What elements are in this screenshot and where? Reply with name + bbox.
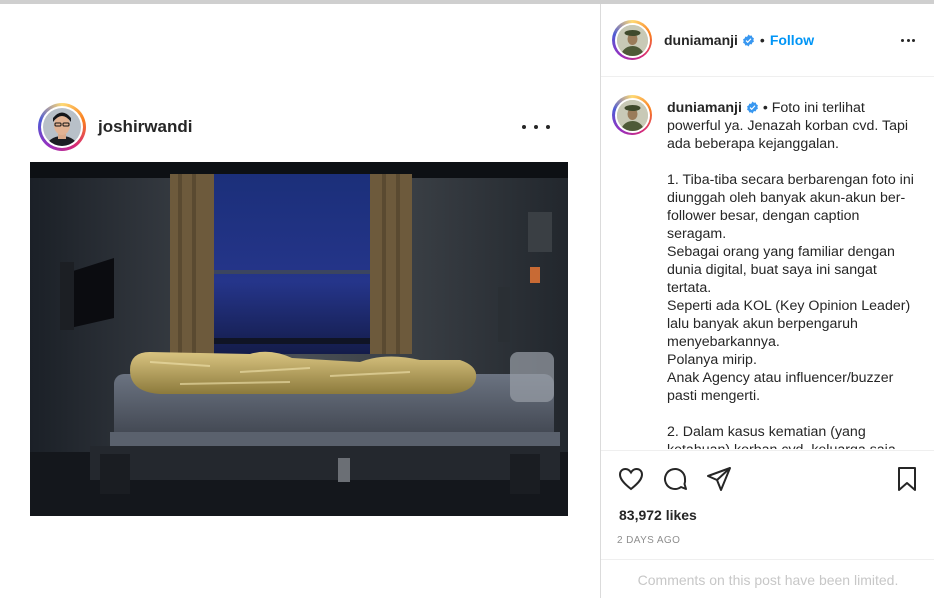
more-options-icon[interactable] xyxy=(522,120,550,134)
embedded-post-area: joshirwandi xyxy=(0,4,600,598)
heart-icon[interactable] xyxy=(617,465,645,493)
caption-text: duniamanji • Foto ini terlihat powerful … xyxy=(667,99,917,449)
separator-dot: • xyxy=(759,32,765,48)
soldier-avatar-image xyxy=(616,24,648,56)
caption-avatar[interactable] xyxy=(612,95,652,135)
likes-count[interactable]: 83,972 likes xyxy=(619,507,697,523)
post-sidebar: duniamanji • Follow duniamanji • Foto in… xyxy=(600,4,934,598)
embedded-post-header: joshirwandi xyxy=(38,100,568,154)
avatar[interactable] xyxy=(38,103,86,151)
caption-area: duniamanji • Foto ini terlihat powerful … xyxy=(601,77,934,449)
verified-badge-icon xyxy=(742,34,754,46)
post-photo xyxy=(30,162,568,516)
post-timestamp[interactable]: 2 DAYS AGO xyxy=(617,535,680,546)
comment-icon[interactable] xyxy=(661,465,689,493)
soldier-avatar-image xyxy=(616,99,648,131)
share-icon[interactable] xyxy=(705,465,733,493)
verified-badge-icon xyxy=(746,101,758,114)
author-username[interactable]: duniamanji xyxy=(664,32,738,48)
post-header: duniamanji • Follow xyxy=(601,4,934,77)
post-options-icon[interactable] xyxy=(901,33,915,47)
caption-author[interactable]: duniamanji xyxy=(667,100,742,116)
caption-body: • Foto ini terlihat powerful ya. Jenazah… xyxy=(667,100,914,449)
post-actions: 83,972 likes 2 DAYS AGO Comments on this… xyxy=(601,450,934,599)
bookmark-icon[interactable] xyxy=(893,465,921,493)
embed-username[interactable]: joshirwandi xyxy=(98,117,192,137)
comments-limited-notice: Comments on this post have been limited. xyxy=(601,559,934,600)
author-avatar[interactable] xyxy=(612,20,652,60)
follow-button[interactable]: Follow xyxy=(770,32,814,48)
person-avatar-image xyxy=(43,108,81,146)
action-icons xyxy=(617,465,921,495)
